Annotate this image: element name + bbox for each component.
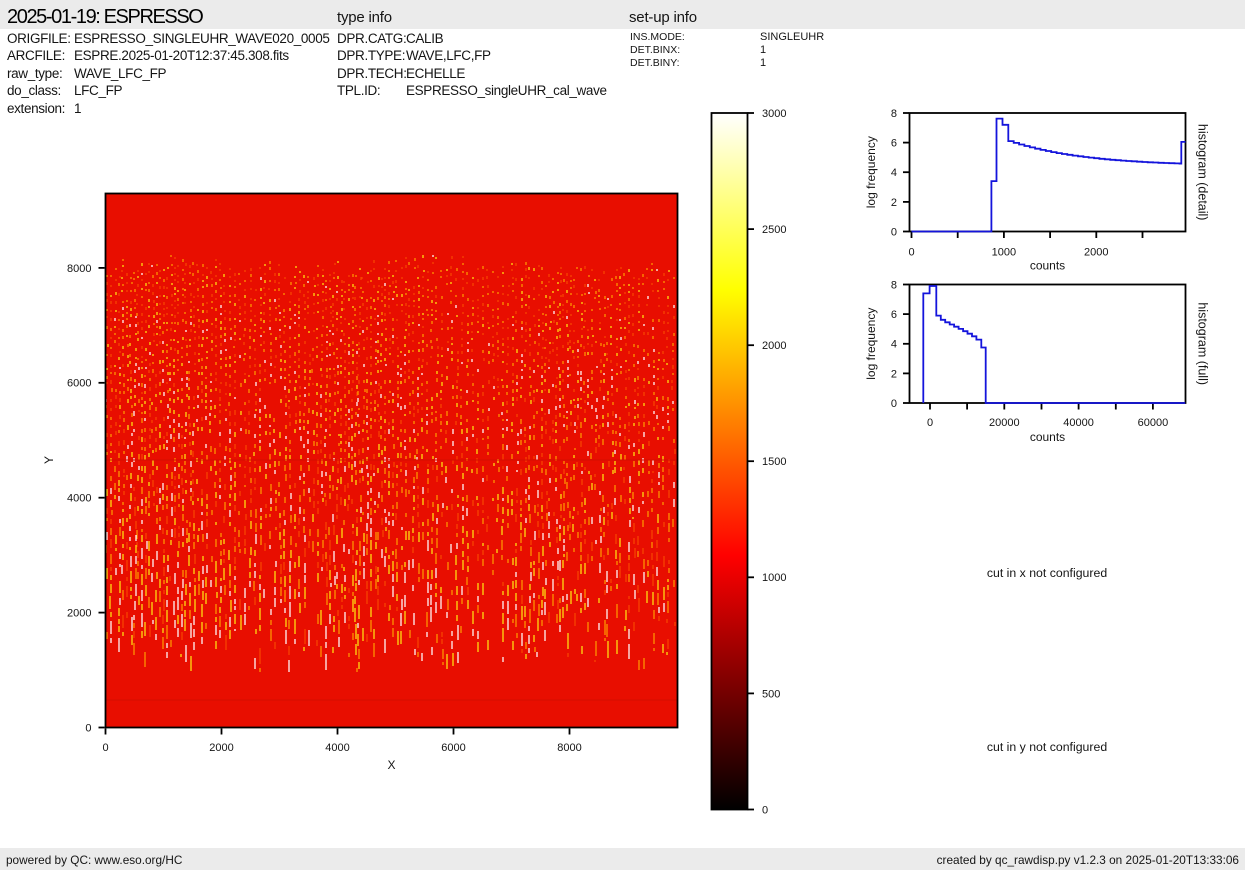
svg-text:3000: 3000 bbox=[762, 108, 786, 120]
svg-text:Y: Y bbox=[42, 456, 56, 464]
svg-text:cut in y not configured: cut in y not configured bbox=[987, 740, 1107, 754]
svg-text:log frequency: log frequency bbox=[864, 136, 878, 208]
svg-text:0: 0 bbox=[891, 398, 897, 410]
svg-text:log frequency: log frequency bbox=[864, 308, 878, 380]
svg-text:2500: 2500 bbox=[762, 224, 786, 236]
svg-text:0: 0 bbox=[762, 804, 768, 816]
svg-text:histogram (full): histogram (full) bbox=[1196, 302, 1210, 385]
svg-text:0: 0 bbox=[927, 417, 933, 429]
svg-text:8000: 8000 bbox=[67, 263, 91, 275]
svg-text:60000: 60000 bbox=[1138, 417, 1169, 429]
svg-text:counts: counts bbox=[1030, 430, 1065, 444]
svg-text:1500: 1500 bbox=[762, 456, 786, 468]
svg-text:8: 8 bbox=[891, 279, 897, 291]
svg-text:500: 500 bbox=[762, 688, 780, 700]
svg-text:0: 0 bbox=[891, 226, 897, 238]
svg-text:40000: 40000 bbox=[1063, 417, 1094, 429]
svg-text:4000: 4000 bbox=[325, 742, 349, 754]
svg-text:2: 2 bbox=[891, 368, 897, 380]
svg-text:6: 6 bbox=[891, 309, 897, 321]
svg-text:counts: counts bbox=[1030, 259, 1065, 273]
svg-text:0: 0 bbox=[85, 722, 91, 734]
svg-text:X: X bbox=[387, 758, 395, 772]
svg-text:0: 0 bbox=[908, 247, 914, 259]
svg-text:6000: 6000 bbox=[441, 742, 465, 754]
svg-text:2000: 2000 bbox=[1084, 247, 1108, 259]
svg-text:2000: 2000 bbox=[209, 742, 233, 754]
svg-text:1000: 1000 bbox=[762, 572, 786, 584]
svg-text:4: 4 bbox=[891, 339, 897, 351]
svg-text:1000: 1000 bbox=[992, 247, 1016, 259]
svg-text:8: 8 bbox=[891, 108, 897, 120]
svg-text:6: 6 bbox=[891, 138, 897, 150]
svg-text:4: 4 bbox=[891, 167, 897, 179]
svg-text:20000: 20000 bbox=[989, 417, 1020, 429]
svg-text:0: 0 bbox=[102, 742, 108, 754]
svg-text:2000: 2000 bbox=[67, 608, 91, 620]
svg-text:histogram (detail): histogram (detail) bbox=[1196, 124, 1210, 221]
svg-text:2000: 2000 bbox=[762, 340, 786, 352]
svg-text:6000: 6000 bbox=[67, 378, 91, 390]
svg-text:cut in x not configured: cut in x not configured bbox=[987, 566, 1107, 580]
svg-text:2: 2 bbox=[891, 197, 897, 209]
svg-text:4000: 4000 bbox=[67, 493, 91, 505]
svg-text:8000: 8000 bbox=[557, 742, 581, 754]
